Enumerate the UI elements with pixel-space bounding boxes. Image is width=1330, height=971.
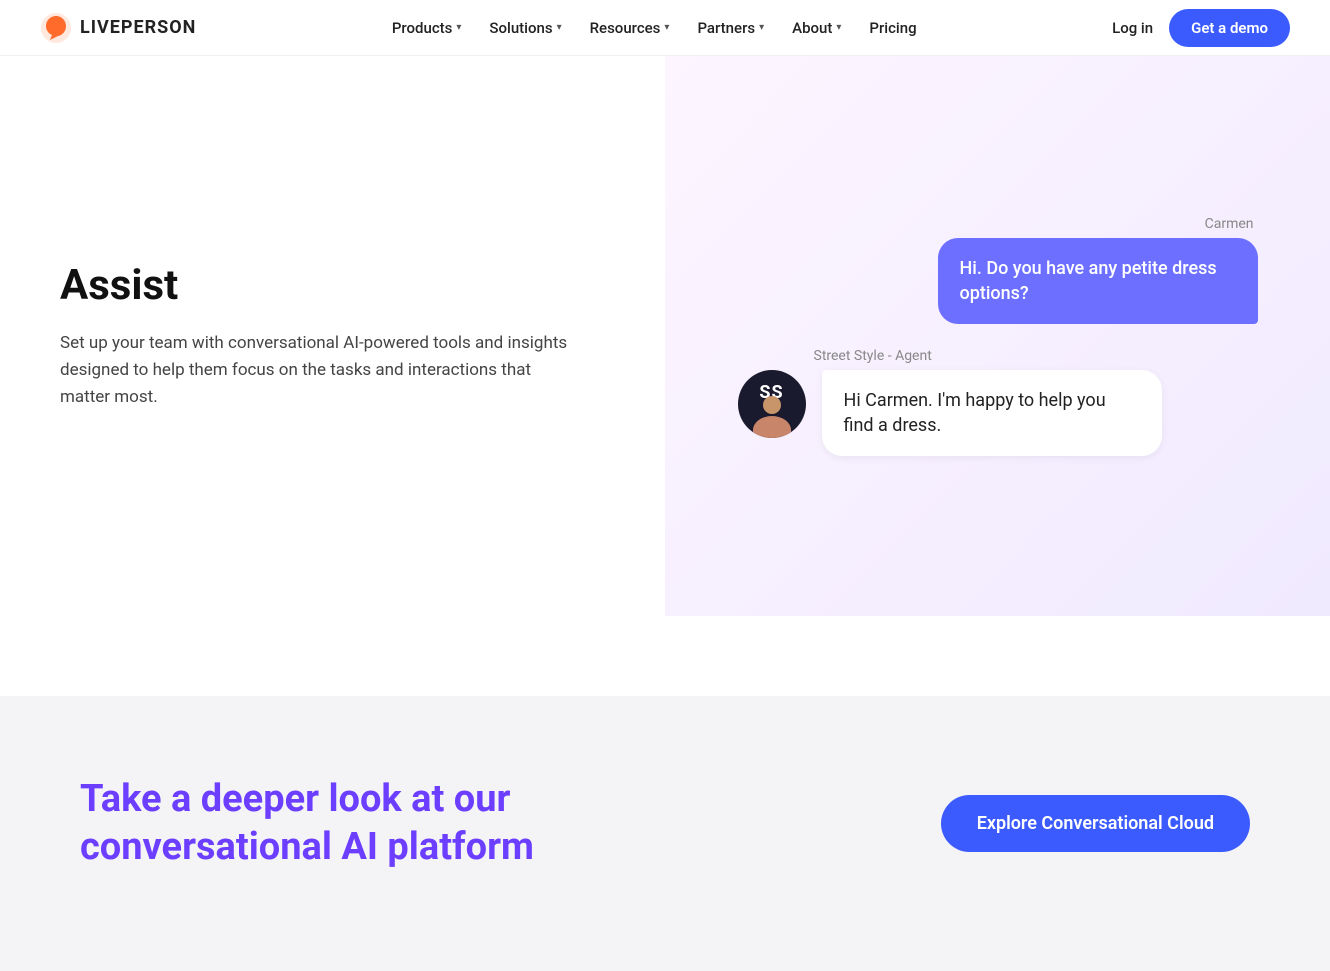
nav-link-pricing[interactable]: Pricing — [857, 11, 928, 45]
user-chat-block: Carmen Hi. Do you have any petite dress … — [738, 216, 1258, 324]
nav-item-solutions[interactable]: Solutions ▾ — [477, 11, 573, 45]
chevron-down-icon: ▾ — [664, 22, 669, 33]
navbar: LIVEPERSON Products ▾ Solutions ▾ Resour… — [0, 0, 1330, 56]
nav-link-products[interactable]: Products ▾ — [380, 11, 474, 45]
get-demo-button[interactable]: Get a demo — [1169, 9, 1290, 47]
agent-message-body: SS Hi Carmen. I'm happy to help you find… — [738, 370, 1258, 456]
agent-name-label: Street Style - Agent — [814, 348, 1258, 364]
hero-title: Assist — [60, 261, 605, 310]
logo-text: LIVEPERSON — [80, 17, 196, 38]
agent-chat-block: Street Style - Agent SS Hi Carmen. I'm h — [738, 348, 1258, 456]
nav-link-resources[interactable]: Resources ▾ — [578, 11, 682, 45]
agent-avatar: SS — [738, 370, 806, 438]
logo[interactable]: LIVEPERSON — [40, 12, 196, 44]
hero-description: Set up your team with conversational AI-… — [60, 330, 580, 412]
login-button[interactable]: Log in — [1112, 19, 1153, 37]
main-section: Assist Set up your team with conversatio… — [0, 56, 1330, 616]
explore-cloud-button[interactable]: Explore Conversational Cloud — [941, 795, 1250, 852]
nav-item-about[interactable]: About ▾ — [780, 11, 853, 45]
nav-item-partners[interactable]: Partners ▾ — [685, 11, 776, 45]
right-panel: Carmen Hi. Do you have any petite dress … — [665, 56, 1330, 616]
avatar-inner: SS — [738, 370, 806, 438]
nav-link-partners[interactable]: Partners ▾ — [685, 11, 776, 45]
nav-actions: Log in Get a demo — [1112, 9, 1290, 47]
chevron-down-icon: ▾ — [759, 22, 764, 33]
user-message-bubble: Hi. Do you have any petite dress options… — [938, 238, 1258, 324]
cta-section: Take a deeper look at our conversational… — [0, 696, 1330, 971]
agent-message-bubble: Hi Carmen. I'm happy to help you find a … — [822, 370, 1162, 456]
nav-link-solutions[interactable]: Solutions ▾ — [477, 11, 573, 45]
nav-item-products[interactable]: Products ▾ — [380, 11, 474, 45]
cta-heading: Take a deeper look at our conversational… — [80, 776, 640, 871]
liveperson-logo-icon — [40, 12, 72, 44]
chat-user-name: Carmen — [738, 216, 1258, 232]
chevron-down-icon: ▾ — [836, 22, 841, 33]
nav-item-resources[interactable]: Resources ▾ — [578, 11, 682, 45]
spacer — [0, 616, 1330, 696]
chat-demo: Carmen Hi. Do you have any petite dress … — [738, 216, 1258, 457]
nav-link-about[interactable]: About ▾ — [780, 11, 853, 45]
chevron-down-icon: ▾ — [557, 22, 562, 33]
nav-links: Products ▾ Solutions ▾ Resources ▾ Partn… — [380, 11, 929, 45]
left-panel: Assist Set up your team with conversatio… — [0, 56, 665, 616]
nav-item-pricing[interactable]: Pricing — [857, 11, 928, 45]
chevron-down-icon: ▾ — [456, 22, 461, 33]
